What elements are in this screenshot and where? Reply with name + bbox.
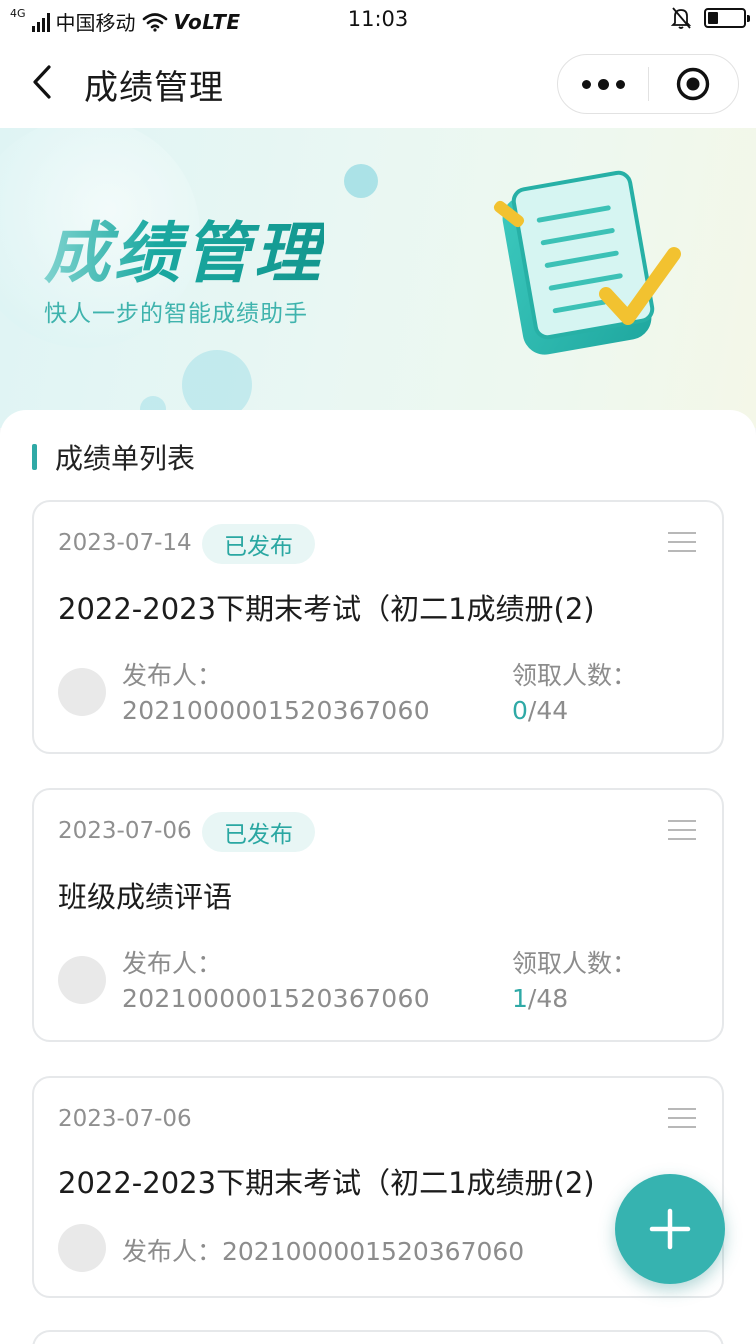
report-card[interactable]: 2023-07-06 已发布 班级成绩评语 发布人： 2021000001520… <box>32 788 724 1042</box>
status-badge: 已发布 <box>202 524 315 564</box>
report-card[interactable]: 2023-07-14 已发布 2022-2023下期末考试（初二1成绩册(2) … <box>32 500 724 754</box>
banner-subtitle: 快人一步的智能成绩助手 <box>44 301 308 327</box>
report-card[interactable] <box>32 1330 724 1344</box>
list-menu-icon[interactable] <box>668 530 696 554</box>
card-date: 2023-07-06 <box>58 1106 192 1132</box>
received-number: 1 <box>512 984 528 1013</box>
plus-icon <box>649 1208 691 1250</box>
receiver-count-label: 领取人数： <box>512 949 638 978</box>
section-title: 成绩单列表 <box>55 442 196 475</box>
list-menu-icon[interactable] <box>668 1106 696 1130</box>
publisher-info: 发布人：2021000001520367060 <box>122 1237 525 1266</box>
section-header: 成绩单列表 <box>32 440 196 475</box>
publisher-id: 2021000001520367060 <box>122 696 430 725</box>
publisher-id: 2021000001520367060 <box>122 984 430 1013</box>
receiver-total: /44 <box>527 696 569 725</box>
received-number: 0 <box>512 696 528 725</box>
nav-bar: 成绩管理 <box>0 40 756 128</box>
page-title: 成绩管理 <box>84 68 224 108</box>
section-accent-bar <box>32 444 37 470</box>
avatar <box>58 956 106 1004</box>
mute-bell-icon <box>670 7 692 29</box>
list-menu-icon[interactable] <box>668 818 696 842</box>
banner-title: 成绩管理 <box>44 200 324 296</box>
more-dots-icon <box>581 79 591 89</box>
card-title: 2022-2023下期末考试（初二1成绩册(2) <box>58 592 595 626</box>
status-badge: 已发布 <box>202 812 315 852</box>
report-document-icon <box>493 170 681 355</box>
mini-program-capsule <box>557 54 739 114</box>
avatar <box>58 668 106 716</box>
card-date: 2023-07-06 <box>58 818 192 844</box>
banner: 成绩管理 快人一步的智能成绩助手 <box>0 128 756 428</box>
publisher-label: 发布人： <box>122 661 223 690</box>
more-button[interactable] <box>558 55 648 113</box>
receiver-total: /48 <box>527 984 569 1013</box>
battery-level <box>708 12 718 24</box>
more-dot-center <box>597 78 609 90</box>
clock: 11:03 <box>347 7 409 31</box>
status-right <box>670 6 750 30</box>
target-close-icon <box>677 67 710 101</box>
receiver-count: 0/44 <box>512 696 568 725</box>
card-date: 2023-07-14 <box>58 530 192 556</box>
add-report-button[interactable] <box>615 1174 725 1284</box>
more-dot-right <box>615 79 625 89</box>
receiver-count: 1/48 <box>512 984 568 1013</box>
chevron-left-icon <box>33 65 51 99</box>
publisher-label: 发布人： <box>122 949 223 978</box>
close-button[interactable] <box>649 55 738 113</box>
receiver-count-label: 领取人数： <box>512 661 638 690</box>
report-card[interactable]: 2023-07-06 2022-2023下期末考试（初二1成绩册(2) 发布人：… <box>32 1076 724 1298</box>
card-title: 2022-2023下期末考试（初二1成绩册(2) <box>58 1166 595 1200</box>
battery-icon <box>704 8 750 28</box>
avatar <box>58 1224 106 1272</box>
banner-bubble <box>344 164 378 198</box>
card-title: 班级成绩评语 <box>58 880 233 914</box>
status-bar: 4G 中国移动 VoLTE 11:03 <box>0 0 756 40</box>
back-button[interactable] <box>22 60 62 104</box>
